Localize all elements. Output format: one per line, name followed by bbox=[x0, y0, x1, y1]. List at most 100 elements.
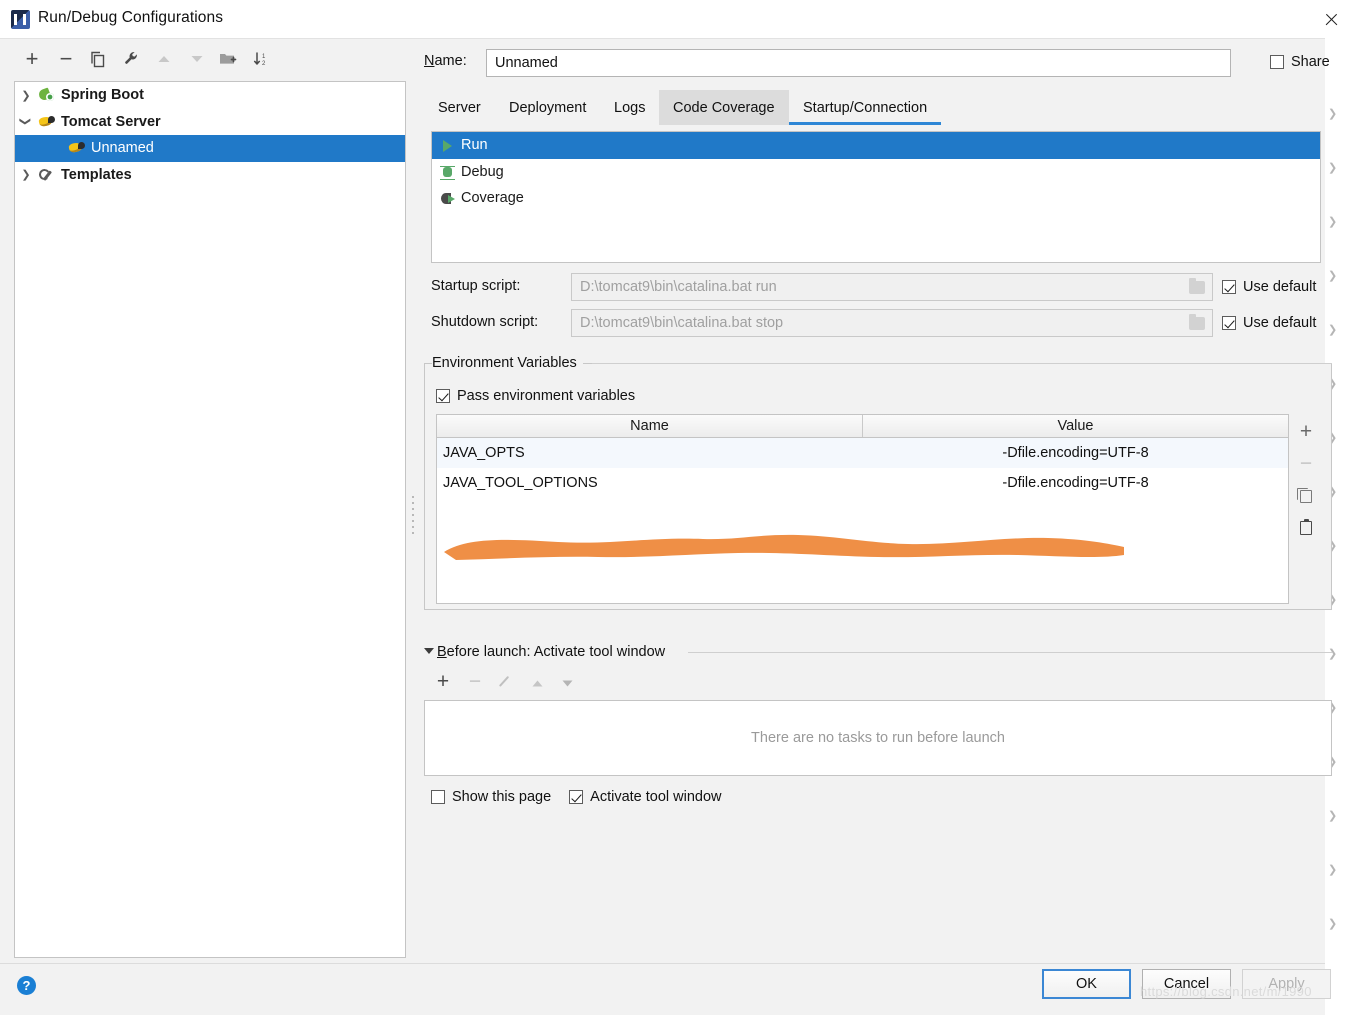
bleed-line bbox=[1328, 128, 1350, 137]
table-row[interactable]: JAVA_TOOL_OPTIONS -Dfile.encoding=UTF-8 bbox=[437, 468, 1288, 498]
activate-tool-window-checkbox-label: Activate tool window bbox=[590, 789, 722, 805]
copy-variable-button bbox=[1292, 481, 1320, 511]
startup-use-default-box bbox=[1222, 280, 1236, 294]
name-mnemonic: N bbox=[424, 53, 435, 69]
folder-icon[interactable] bbox=[1189, 314, 1205, 330]
cell-value[interactable]: -Dfile.encoding=UTF-8 bbox=[863, 438, 1288, 468]
tree-node-unnamed[interactable]: Unnamed bbox=[15, 135, 405, 162]
add-task-button[interactable]: + bbox=[428, 668, 458, 696]
mode-item-run[interactable]: Run bbox=[432, 132, 1320, 159]
copy-configuration-button[interactable] bbox=[84, 45, 112, 73]
share-checkbox-box bbox=[1270, 55, 1284, 69]
splitter-grip-icon bbox=[412, 496, 415, 536]
paste-variable-button[interactable] bbox=[1292, 513, 1320, 543]
panel-splitter[interactable] bbox=[407, 81, 421, 958]
minus-icon: − bbox=[1299, 452, 1313, 475]
bleed-line bbox=[1328, 848, 1350, 857]
name-input[interactable] bbox=[486, 49, 1231, 77]
bleed-line bbox=[1328, 200, 1350, 209]
shutdown-script-label: Shutdown script: bbox=[431, 314, 539, 330]
launch-mode-list[interactable]: Run Debug Coverage bbox=[431, 131, 1321, 263]
tomcat-icon bbox=[37, 114, 57, 130]
share-label: Share bbox=[1291, 54, 1330, 70]
cancel-button[interactable]: Cancel bbox=[1142, 969, 1231, 999]
cell-name[interactable]: JAVA_OPTS bbox=[437, 438, 863, 468]
mode-item-label: Run bbox=[461, 137, 488, 154]
tree-node-spring-boot[interactable]: Spring Boot bbox=[15, 82, 405, 109]
coverage-icon bbox=[438, 190, 458, 206]
configurations-toolbar: + − 1 2 bbox=[0, 39, 407, 79]
close-icon[interactable] bbox=[1309, 0, 1353, 39]
activate-tool-window-checkbox[interactable]: Activate tool window bbox=[569, 789, 722, 805]
shutdown-use-default-checkbox[interactable]: Use default bbox=[1222, 315, 1316, 331]
plus-icon: + bbox=[25, 46, 39, 71]
pencil-icon bbox=[498, 675, 512, 689]
tab-code-coverage[interactable]: Code Coverage bbox=[659, 90, 789, 125]
mode-item-debug[interactable]: Debug bbox=[432, 159, 1320, 186]
bleed-line bbox=[1328, 146, 1350, 155]
remove-task-button: − bbox=[460, 668, 490, 696]
wrench-icon bbox=[37, 167, 57, 183]
table-header-row: Name Value bbox=[437, 415, 1288, 438]
bleed-line bbox=[1328, 290, 1350, 299]
shutdown-use-default-box bbox=[1222, 316, 1236, 330]
arrow-down-icon bbox=[561, 672, 574, 693]
startup-use-default-checkbox[interactable]: Use default bbox=[1222, 279, 1316, 295]
add-configuration-button[interactable]: + bbox=[18, 45, 46, 73]
environment-table-toolbar: + − bbox=[1292, 417, 1320, 547]
edit-templates-button[interactable] bbox=[118, 45, 146, 73]
sort-configurations-button[interactable]: 12 bbox=[248, 45, 276, 73]
run-icon bbox=[438, 137, 458, 153]
chevron-right-icon[interactable] bbox=[15, 168, 37, 181]
move-task-up-button bbox=[522, 668, 552, 696]
bleed-line bbox=[1328, 614, 1350, 623]
chevron-right-icon[interactable] bbox=[15, 89, 37, 102]
before-launch-toolbar: + − bbox=[428, 668, 608, 696]
table-row[interactable]: JAVA_OPTS -Dfile.encoding=UTF-8 bbox=[437, 438, 1288, 468]
bleed-line bbox=[1328, 686, 1350, 695]
startup-script-input[interactable]: D:\tomcat9\bin\catalina.bat run bbox=[571, 273, 1213, 301]
shutdown-script-input[interactable]: D:\tomcat9\bin\catalina.bat stop bbox=[571, 309, 1213, 337]
show-this-page-checkbox[interactable]: Show this page bbox=[431, 789, 551, 805]
tab-startup-connection[interactable]: Startup/Connection bbox=[789, 90, 942, 125]
pass-env-label: Pass environment variables bbox=[457, 388, 636, 404]
debug-icon bbox=[438, 164, 458, 180]
tab-server[interactable]: Server bbox=[424, 90, 495, 125]
new-folder-button[interactable] bbox=[214, 45, 242, 73]
bleed-line bbox=[1328, 632, 1350, 641]
bleed-line bbox=[1328, 236, 1350, 245]
cell-value[interactable]: -Dfile.encoding=UTF-8 bbox=[863, 468, 1288, 498]
column-header-value[interactable]: Value bbox=[863, 415, 1288, 437]
mode-item-label: Debug bbox=[461, 163, 504, 180]
add-variable-button[interactable]: + bbox=[1292, 417, 1320, 447]
tree-node-label: Tomcat Server bbox=[61, 113, 161, 130]
share-checkbox[interactable]: Share bbox=[1270, 54, 1330, 70]
before-launch-task-list[interactable]: There are no tasks to run before launch bbox=[424, 700, 1332, 776]
bleed-line: ❯ bbox=[1328, 162, 1338, 174]
tree-node-label: Unnamed bbox=[91, 140, 154, 157]
cell-name[interactable]: JAVA_TOOL_OPTIONS bbox=[437, 468, 863, 498]
tab-logs[interactable]: Logs bbox=[600, 90, 659, 125]
group-divider bbox=[592, 363, 1332, 364]
environment-variables-table[interactable]: Name Value JAVA_OPTS -Dfile.encoding=UTF-… bbox=[436, 414, 1289, 604]
mode-item-coverage[interactable]: Coverage bbox=[432, 185, 1320, 212]
column-header-name[interactable]: Name bbox=[437, 415, 863, 437]
apply-button: Apply bbox=[1242, 969, 1331, 999]
mode-item-label: Coverage bbox=[461, 190, 524, 207]
help-icon[interactable]: ? bbox=[17, 976, 36, 995]
name-label: Name: bbox=[424, 53, 467, 69]
tab-deployment[interactable]: Deployment bbox=[495, 90, 600, 125]
bleed-line bbox=[1328, 830, 1350, 839]
tree-node-tomcat-server[interactable]: Tomcat Server bbox=[15, 109, 405, 136]
configurations-tree[interactable]: Spring Boot Tomcat Server Unnamed Templates bbox=[14, 81, 406, 958]
before-launch-collapse-icon[interactable] bbox=[424, 648, 434, 654]
chevron-down-icon[interactable] bbox=[15, 115, 37, 128]
tree-node-templates[interactable]: Templates bbox=[15, 162, 405, 189]
remove-configuration-button[interactable]: − bbox=[52, 45, 80, 73]
startup-script-label: Startup script: bbox=[431, 278, 521, 294]
before-launch-empty-text: There are no tasks to run before launch bbox=[751, 730, 1005, 746]
ok-button[interactable]: OK bbox=[1042, 969, 1131, 999]
pass-environment-variables-checkbox[interactable]: Pass environment variables bbox=[436, 388, 635, 404]
show-this-page-checkbox-box bbox=[431, 790, 445, 804]
folder-icon[interactable] bbox=[1189, 278, 1205, 294]
